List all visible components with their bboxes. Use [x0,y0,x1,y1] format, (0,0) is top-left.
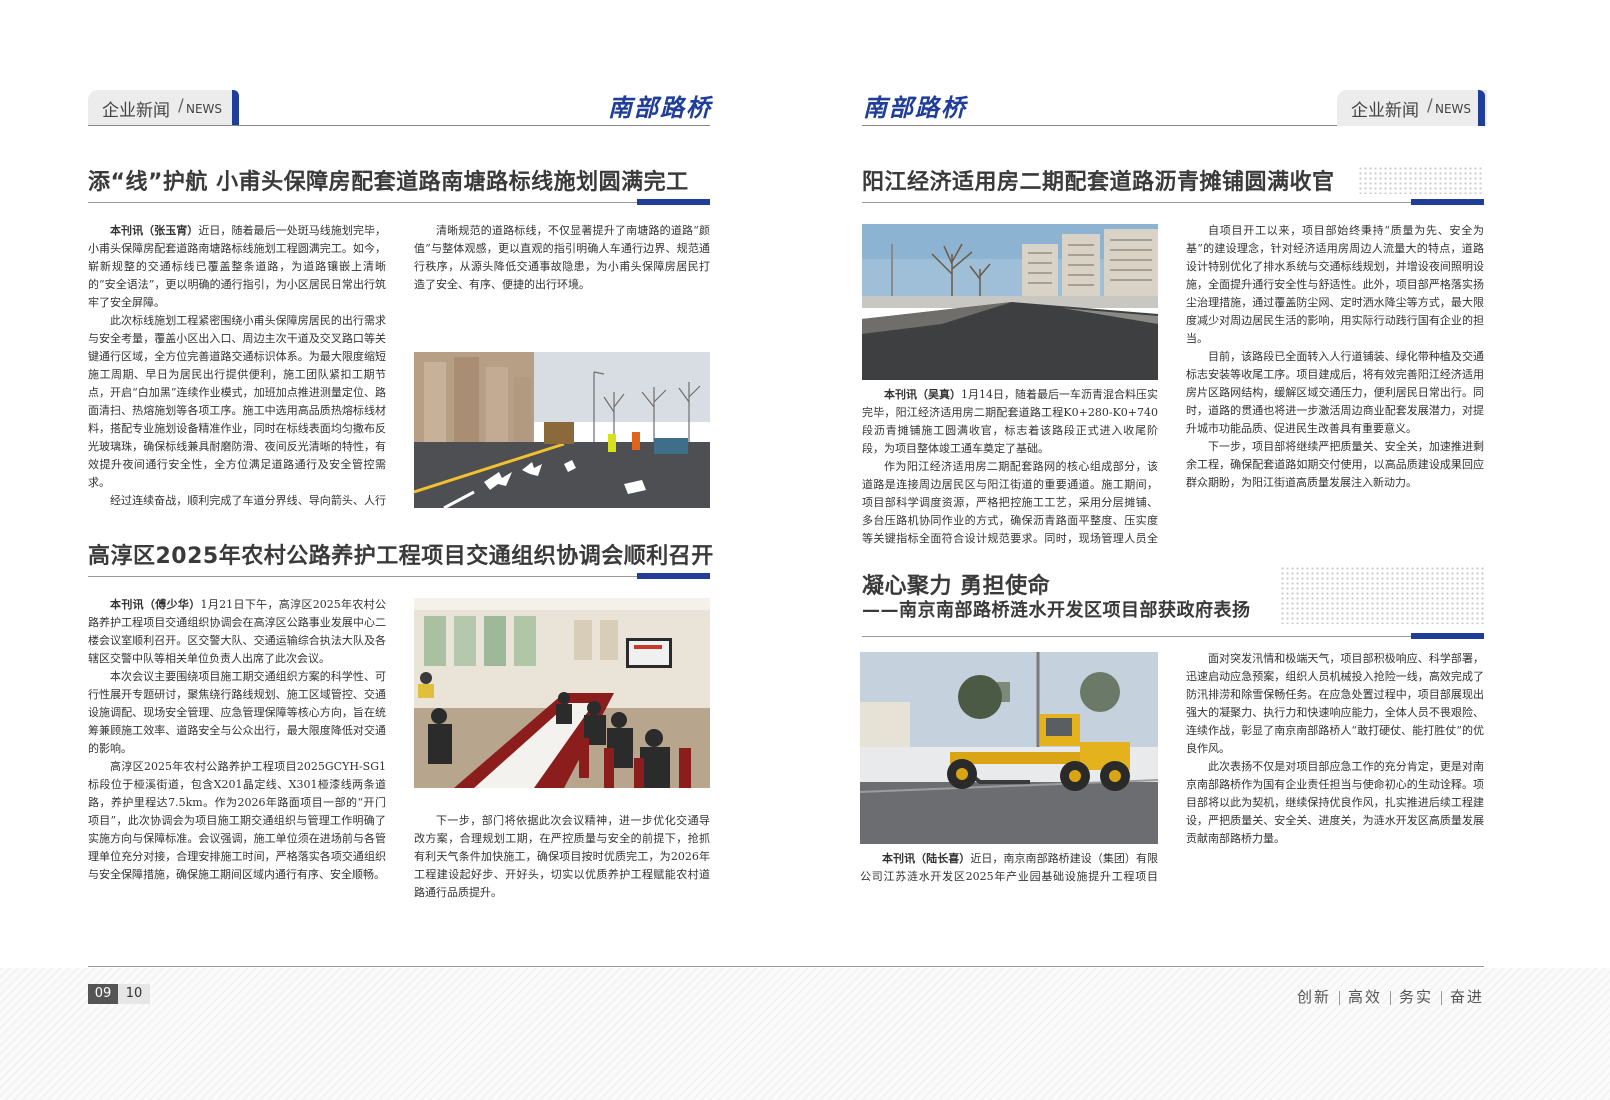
article-byline: 本刊讯（陆长喜） [882,852,971,865]
article-paragraph: 此次标线施划工程紧密围绕小甫头保障房居民的出行需求与安全考量，覆盖小区出入口、周… [88,314,386,489]
section-tab-slash: / [1427,96,1433,116]
section-tab-label: 企业新闻 [1351,101,1419,121]
title-rule [862,636,1484,637]
slogan-word: 高效 [1347,988,1382,1006]
article-paragraph: 作为阳江经济适用房二期配套路网的核心组成部分，该道路是连接周边居民区与阳江街道的… [862,460,1158,545]
article-body-col2: 清晰规范的道路标线，不仅显著提升了南塘路的道路“颜值”与整体观感，更以直观的指引… [414,222,710,348]
slogan-word: 奋进 [1449,988,1484,1006]
slogan: 创新 高效 务实 奋进 [1297,986,1484,1007]
title-rule [88,202,710,203]
tab-accent-left [232,90,239,126]
title-rule-accent [637,199,710,205]
article-paragraph: 本次会议主要围绕项目施工期交通组织方案的科学性、可行性展开专题研讨，聚焦绕行路线… [88,670,386,755]
photo-meeting [414,598,710,788]
article-title: 添“线”护航 小甫头保障房配套道路南塘路标线施划圆满完工 [88,170,689,195]
header-rule-left [88,125,710,126]
article-body-col1: 本刊讯（陆长喜）近日，南京南部路桥建设（集团）有限公司江苏涟水开发区2025年产… [860,850,1158,886]
article-byline: 本刊讯（傅少华） [110,598,201,611]
article-byline: 本刊讯（张玉宵） [110,224,199,237]
photo-snow-grader [860,652,1158,844]
title-rule [862,202,1484,203]
title-rule [88,576,710,577]
article-paragraph: 此次表扬不仅是对项目部应急工作的充分肯定，更是对南京南部路桥作为国有企业责任担当… [1186,760,1484,845]
article-title: 高淳区2025年农村公路养护工程项目交通组织协调会顺利召开 [88,544,714,569]
section-tab-en: NEWS [1435,102,1472,116]
title-rule-accent [637,573,710,579]
article-title: 阳江经济适用房二期配套道路沥青摊铺圆满收官 [862,170,1335,195]
article-body-col1: 本刊讯（张玉宵）近日，随着最后一处斑马线施划完毕，小甫头保障房配套道路南塘路标线… [88,222,386,510]
brand-logo-left: 南部路桥 [608,93,712,122]
article-body-col1: 本刊讯（傅少华）1月21日下午，高淳区2025年农村公路养护工程项目交通组织协调… [88,596,386,902]
article-paragraph: 下一步，项目部将继续严把质量关、安全关，加速推进剩余工程，确保配套道路如期交付使… [1186,440,1484,489]
title-rule-accent [1411,633,1484,639]
section-tab-slash: / [178,96,184,116]
slogan-separator [1440,990,1442,1005]
slogan-separator [1338,990,1340,1005]
article-body-col1: 本刊讯（吴真）1月14日，随着最后一车沥青混合料压实完毕，阳江经济适用房二期配套… [862,386,1158,548]
page-number-right: 10 [118,984,150,1004]
title-rule-accent [1411,199,1484,205]
section-tab-right: 企业新闻 / NEWS [1337,90,1487,126]
photo-asphalt-road [862,224,1158,380]
title-dot-pattern [1280,566,1484,624]
photo-road-marking [414,352,710,508]
article-subtitle: ——南京南部路桥涟水开发区项目部获政府表扬 [862,600,1251,621]
article-paragraph: 自项目开工以来，项目部始终秉持“质量为先、安全为基”的建设理念，针对经济适用房周… [1186,224,1484,345]
section-tab-left: 企业新闻 / NEWS [88,90,238,126]
title-dot-pattern [1358,166,1484,194]
brand-logo-right: 南部路桥 [863,93,967,122]
article-paragraph: 下一步，部门将依据此次会议精神，进一步优化交通导改方案，合理规划工期，在严控质量… [414,814,710,899]
section-tab-label: 企业新闻 [102,101,170,121]
footer-rule [88,966,1484,967]
page-number-left: 09 [88,984,118,1004]
article-body-col2: 自项目开工以来，项目部始终秉持“质量为先、安全为基”的建设理念，针对经济适用房周… [1186,222,1484,546]
article-byline: 本刊讯（吴真） [884,388,961,401]
article-paragraph: 清晰规范的道路标线，不仅显著提升了南塘路的道路“颜值”与整体观感，更以直观的指引… [414,224,710,291]
article-body-col2: 下一步，部门将依据此次会议精神，进一步优化交通导改方案，合理规划工期，在严控质量… [414,812,710,902]
slogan-word: 创新 [1296,988,1331,1006]
article-body-col2: 面对突发汛情和极端天气，项目部积极响应、科学部署，迅速启动应急预案，组织人员机械… [1186,650,1484,886]
slogan-separator [1389,990,1391,1005]
article-paragraph: 目前，该路段已全面转入人行道铺装、绿化带种植及交通标志安装等收尾工序。项目建成后… [1186,350,1484,435]
article-paragraph: 高淳区2025年农村公路养护工程项目2025GCYH-SG1标段位于桠溪街道，包… [88,760,386,881]
section-tab-en: NEWS [186,102,223,116]
slogan-word: 务实 [1398,988,1433,1006]
article-paragraph: 经过连续奋战，顺利完成了车道分界线、导向箭头、人行斑马线、禁停区域标识等全类型交… [110,494,386,507]
article-paragraph: 面对突发汛情和极端天气，项目部积极响应、科学部署，迅速启动应急预案，组织人员机械… [1186,652,1484,755]
tab-accent-right [1478,90,1485,126]
